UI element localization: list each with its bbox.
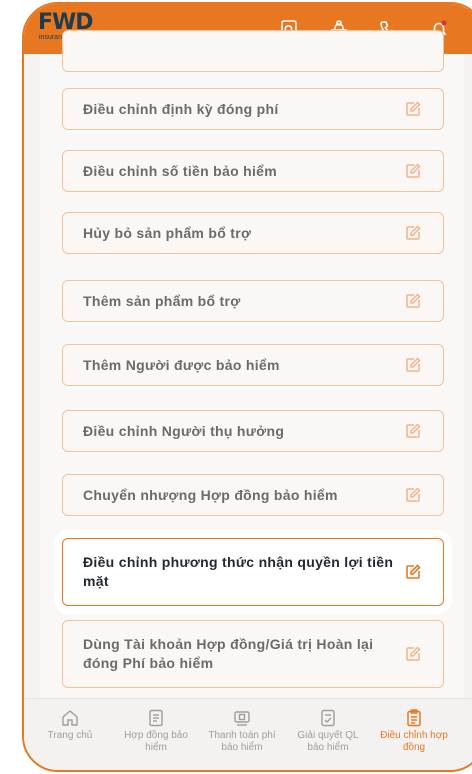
adjust-option-card[interactable] (62, 30, 444, 72)
adjust-option-card[interactable]: Điều chỉnh Người thụ hưởng (62, 410, 444, 452)
adjust-option-card[interactable]: Dùng Tài khoản Hợp đồng/Giá trị Hoàn lại… (62, 620, 444, 688)
adjust-option-card[interactable]: Thêm sản phẩm bổ trợ (62, 280, 444, 322)
adjust-option-card[interactable]: Thêm Người được bảo hiểm (62, 344, 444, 386)
card-label: Thêm Người được bảo hiểm (83, 356, 280, 373)
edit-icon (406, 487, 421, 502)
tab-payment[interactable]: Thanh toán phí bảo hiểm (202, 709, 282, 754)
tab-adjust-contract[interactable]: Điều chỉnh hợp đồng (374, 709, 454, 754)
payment-icon (234, 711, 250, 726)
edit-icon (406, 357, 421, 372)
edit-icon (406, 293, 421, 308)
edit-icon (406, 423, 421, 438)
card-label: Điều chỉnh phương thức nhận quyền lợi ti… (83, 554, 394, 589)
card-label: Điều chỉnh định kỳ đóng phí (83, 100, 279, 117)
adjust-option-card[interactable]: Điều chỉnh số tiền bảo hiểm (62, 150, 444, 192)
claim-icon (321, 709, 335, 727)
edit-icon (406, 225, 421, 240)
edit-icon (406, 101, 421, 116)
tab-label: Trang chủ (47, 730, 93, 741)
contract-icon (149, 709, 163, 727)
adjust-option-card[interactable]: Điều chỉnh định kỳ đóng phí (62, 88, 444, 130)
card-label: Chuyển nhượng Hợp đồng bảo hiểm (83, 486, 338, 503)
content-area: Điều chỉnh định kỳ đóng phí Điều chỉnh s… (40, 30, 464, 698)
adjust-contract-icon (407, 709, 421, 727)
tab-claims[interactable]: Giải quyết QL bảo hiểm (288, 709, 368, 754)
card-label: Điều chỉnh số tiền bảo hiểm (83, 162, 278, 179)
bottom-tab-bar: Trang chủ Hợp đồng bảo hiểm Thanh toán p… (24, 698, 472, 770)
tab-label: Giải quyết QL bảo hiểm (297, 730, 359, 753)
edit-icon (406, 646, 421, 661)
tab-home[interactable]: Trang chủ (30, 709, 110, 742)
phone-frame: FWD insurance Điều chỉnh định kỳ đóng ph… (22, 2, 472, 772)
card-label: Điều chỉnh Người thụ hưởng (83, 422, 285, 439)
tab-label: Thanh toán phí bảo hiểm (208, 730, 276, 753)
edit-icon (406, 564, 421, 579)
adjust-option-card[interactable]: Hủy bỏ sản phẩm bổ trợ (62, 212, 444, 254)
adjust-option-card[interactable]: Chuyển nhượng Hợp đồng bảo hiểm (62, 474, 444, 516)
card-label: Thêm sản phẩm bổ trợ (83, 292, 241, 309)
adjust-option-card-selected[interactable]: Điều chỉnh phương thức nhận quyền lợi ti… (62, 538, 444, 606)
tab-label: Hợp đồng bảo hiểm (124, 730, 188, 753)
tab-contracts[interactable]: Hợp đồng bảo hiểm (116, 709, 196, 754)
card-label: Dùng Tài khoản Hợp đồng/Giá trị Hoàn lại… (83, 636, 374, 671)
tab-label: Điều chỉnh hợp đồng (380, 730, 448, 753)
card-label: Hủy bỏ sản phẩm bổ trợ (83, 224, 252, 241)
home-icon (62, 710, 78, 726)
edit-icon (406, 163, 421, 178)
